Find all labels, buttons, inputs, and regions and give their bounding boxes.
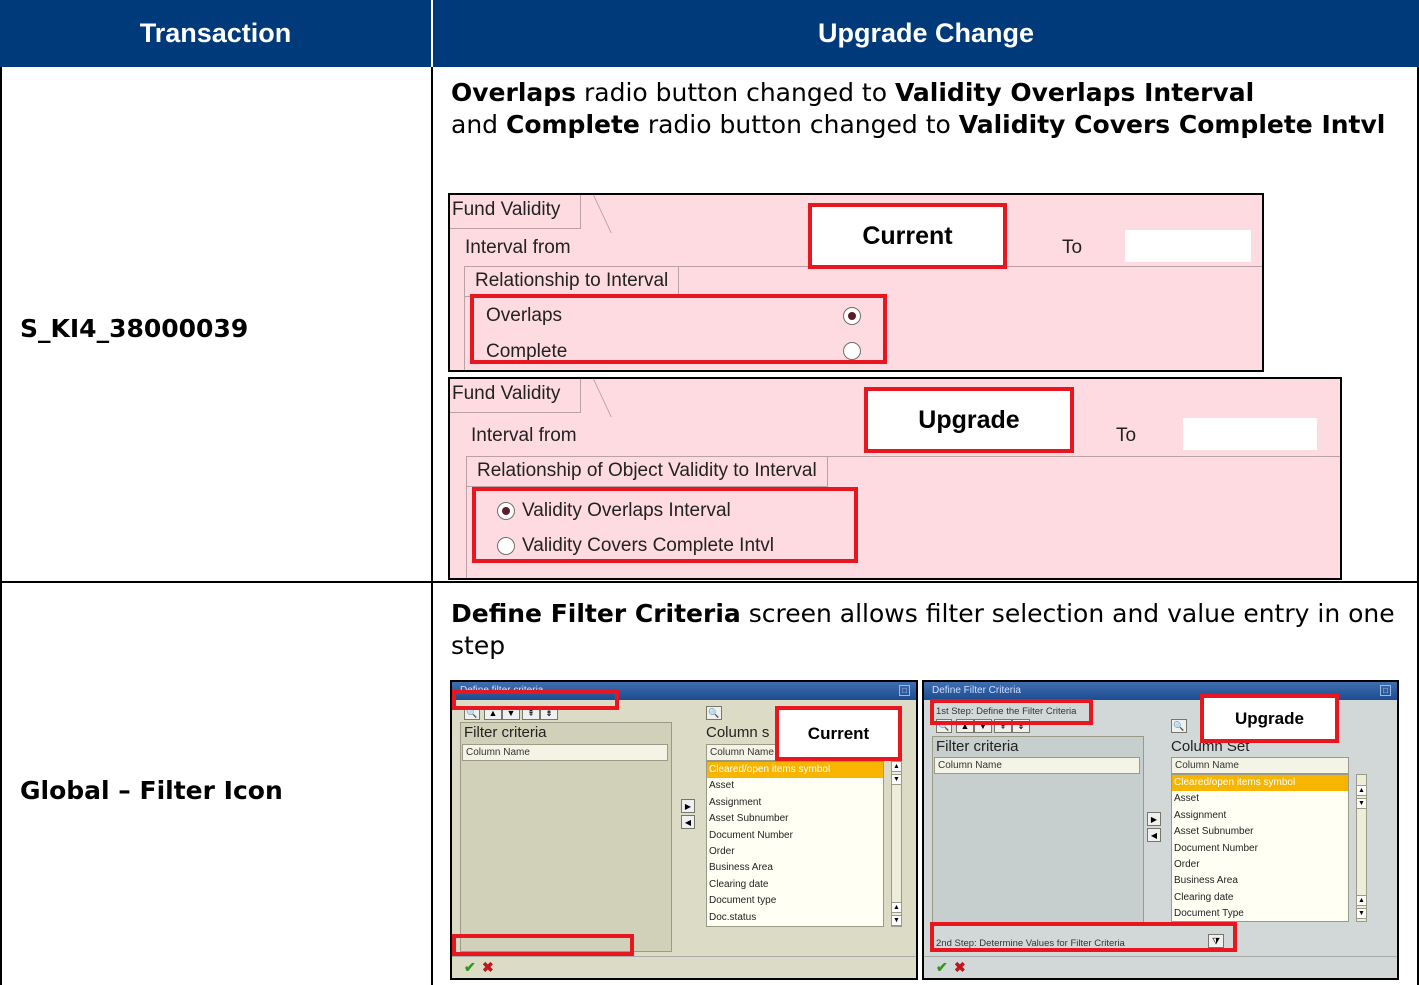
list-item[interactable]: Asset xyxy=(707,778,883,794)
list-item[interactable]: Assignment xyxy=(707,795,883,811)
list-item[interactable]: Cleared/open items symbol xyxy=(1172,775,1348,792)
highlight-box xyxy=(452,934,634,956)
change-description: Define Filter Criteria screen allows fil… xyxy=(451,598,1411,662)
highlight-box xyxy=(470,294,887,364)
current-callout: Current xyxy=(775,706,902,761)
scroll-up-icon[interactable]: ▲ xyxy=(891,761,902,772)
find-icon[interactable]: 🔍 xyxy=(1171,719,1187,733)
desc-text: radio button changed to xyxy=(576,78,895,107)
upgrade-change-table: Transaction Upgrade Change S_KI4_3800003… xyxy=(0,0,1419,985)
desc-term: Validity Overlaps Interval xyxy=(894,78,1255,107)
column-set-list[interactable]: Cleared/open items symbol Asset Assignment… xyxy=(706,761,884,927)
desc-text: radio button changed to xyxy=(639,110,959,139)
list-item[interactable]: Asset xyxy=(1172,791,1348,807)
relationship-group-title: Relationship to Interval xyxy=(465,267,680,297)
transaction-code: S_KI4_38000039 xyxy=(20,314,249,343)
column-set-list[interactable]: Cleared/open items symbol Asset Assignment… xyxy=(1171,774,1349,922)
list-item[interactable]: Document Number xyxy=(707,828,883,844)
scroll-up-icon[interactable]: ▲ xyxy=(1356,895,1367,906)
list-item[interactable]: Clearing date xyxy=(707,877,883,893)
column-set-title: Column s xyxy=(706,724,770,741)
fund-validity-tab: Fund Validity xyxy=(450,379,582,413)
to-label: To xyxy=(1062,237,1083,258)
list-item[interactable]: Business Area xyxy=(707,860,883,876)
filter-criteria-title: Filter criteria xyxy=(464,724,547,741)
filter-column-header: Column Name xyxy=(462,744,668,761)
highlight-box xyxy=(930,699,1093,725)
to-field[interactable] xyxy=(1125,230,1251,262)
list-item[interactable]: Cleared/open items symbol xyxy=(707,762,883,779)
list-item[interactable]: Assignment xyxy=(1172,808,1348,824)
fund-validity-tab: Fund Validity xyxy=(450,195,582,229)
cancel-icon[interactable]: ✖ xyxy=(482,959,494,976)
filter-column-header: Column Name xyxy=(934,757,1140,774)
column-divider xyxy=(431,67,433,985)
column-set-header: Column Name xyxy=(1171,757,1349,774)
filter-criteria-title: Filter criteria xyxy=(936,738,1019,755)
scroll-down-icon[interactable]: ▼ xyxy=(891,915,902,926)
move-right-icon[interactable]: ▶ xyxy=(681,799,695,813)
desc-term: Validity Covers Complete Intvl xyxy=(958,110,1386,139)
find-icon[interactable]: 🔍 xyxy=(706,706,722,720)
list-item[interactable]: Document Number xyxy=(1172,841,1348,857)
confirm-icon[interactable]: ✔ xyxy=(936,959,948,976)
to-label: To xyxy=(1116,425,1137,446)
dialog-footer xyxy=(452,956,916,978)
list-item[interactable]: Order xyxy=(1172,857,1348,873)
highlight-box xyxy=(472,487,858,563)
list-item[interactable]: Clearing date xyxy=(1172,890,1348,906)
scroll-down-icon[interactable]: ▼ xyxy=(891,774,902,785)
change-description: Overlaps radio button changed to Validit… xyxy=(451,77,1411,141)
cancel-icon[interactable]: ✖ xyxy=(954,959,966,976)
desc-term: Define Filter Criteria xyxy=(451,599,741,628)
current-callout: Current xyxy=(808,203,1007,269)
desc-term: Complete xyxy=(505,110,640,139)
scroll-up-icon[interactable]: ▲ xyxy=(891,902,902,913)
close-icon[interactable]: □ xyxy=(1380,685,1391,696)
list-item[interactable]: Doc.status xyxy=(707,910,883,926)
table-left-border xyxy=(0,67,2,985)
desc-term: Overlaps xyxy=(451,78,577,107)
list-item[interactable]: Document Type xyxy=(1172,906,1348,921)
scroll-up-icon[interactable]: ▲ xyxy=(1356,785,1367,796)
confirm-icon[interactable]: ✔ xyxy=(464,959,476,976)
scroll-down-icon[interactable]: ▼ xyxy=(1356,908,1367,919)
relationship-group-title: Relationship of Object Validity to Inter… xyxy=(467,457,828,487)
scroll-down-icon[interactable]: ▼ xyxy=(1356,798,1367,809)
move-left-icon[interactable]: ◀ xyxy=(1147,828,1161,842)
list-item[interactable]: Business Area xyxy=(1172,873,1348,889)
list-item[interactable]: Document type xyxy=(707,893,883,909)
dialog-footer xyxy=(924,956,1397,978)
interval-from-label: Interval from xyxy=(471,425,577,446)
highlight-box xyxy=(930,922,1237,952)
highlight-box xyxy=(452,690,619,710)
interval-from-label: Interval from xyxy=(465,237,571,258)
transaction-code: Global – Filter Icon xyxy=(20,776,283,805)
header-transaction: Transaction xyxy=(0,0,431,67)
move-right-icon[interactable]: ▶ xyxy=(1147,812,1161,826)
upgrade-callout: Upgrade xyxy=(864,387,1074,453)
close-icon[interactable]: □ xyxy=(899,685,910,696)
move-left-icon[interactable]: ◀ xyxy=(681,815,695,829)
row-divider xyxy=(0,581,1419,583)
list-item[interactable]: Asset Subnumber xyxy=(707,811,883,827)
list-item[interactable]: Order xyxy=(707,844,883,860)
upgrade-callout: Upgrade xyxy=(1200,694,1339,743)
list-item[interactable]: Asset Subnumber xyxy=(1172,824,1348,840)
desc-text: and xyxy=(451,110,506,139)
header-upgrade-change: Upgrade Change xyxy=(433,0,1419,67)
to-field[interactable] xyxy=(1183,418,1317,450)
